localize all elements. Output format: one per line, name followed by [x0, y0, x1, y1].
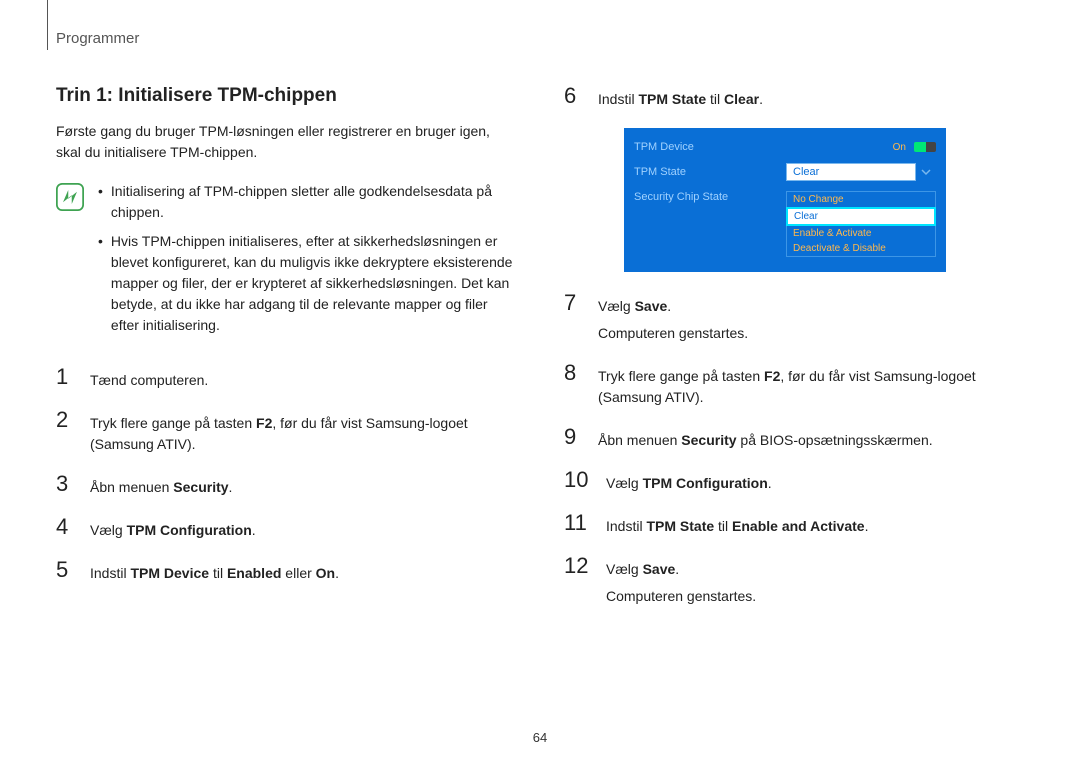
- step-11: 11 Indstil TPM State til Enable and Acti…: [564, 512, 1024, 537]
- bios-option: No Change: [787, 192, 935, 207]
- step-number: 5: [56, 559, 78, 581]
- note-text-2: Hvis TPM-chippen initialiseres, efter at…: [111, 231, 516, 336]
- step-number: 1: [56, 366, 78, 388]
- bios-row-security-chip: Security Chip State No Change Clear Enab…: [634, 186, 936, 262]
- step-12: 12 Vælg Save. Computeren genstartes.: [564, 555, 1024, 607]
- bios-label: TPM State: [634, 166, 686, 178]
- page-header: Programmer: [56, 30, 1024, 47]
- bios-dropdown-options: No Change Clear Enable & Activate Deacti…: [786, 191, 936, 257]
- right-column: 6 Indstil TPM State til Clear. TPM Devic…: [564, 85, 1024, 625]
- step-6: 6 Indstil TPM State til Clear.: [564, 85, 1024, 110]
- chevron-down-icon: [916, 163, 936, 181]
- left-column: Trin 1: Initialisere TPM-chippen Første …: [56, 85, 516, 625]
- step-number: 6: [564, 85, 586, 107]
- step-text: Tryk flere gange på tasten F2, før du få…: [90, 409, 516, 455]
- step-text: Vælg Save. Computeren genstartes.: [598, 292, 1024, 344]
- step-sub: Computeren genstartes.: [598, 323, 1024, 344]
- page-number: 64: [0, 730, 1080, 745]
- step-3: 3 Åbn menuen Security.: [56, 473, 516, 498]
- step-9: 9 Åbn menuen Security på BIOS-opsætnings…: [564, 426, 1024, 451]
- step-text: Åbn menuen Security på BIOS-opsætningssk…: [598, 426, 1024, 451]
- step-4: 4 Vælg TPM Configuration.: [56, 516, 516, 541]
- step-10: 10 Vælg TPM Configuration.: [564, 469, 1024, 494]
- section-title: Trin 1: Initialisere TPM-chippen: [56, 85, 516, 107]
- bios-label: Security Chip State: [634, 191, 728, 203]
- bios-value-on: On: [893, 142, 906, 153]
- note-icon: [56, 183, 84, 211]
- step-sub: Computeren genstartes.: [606, 586, 1024, 607]
- step-number: 11: [564, 512, 594, 534]
- step-number: 12: [564, 555, 594, 577]
- bios-label: TPM Device: [634, 141, 694, 153]
- note-text-1: Initialisering af TPM-chippen sletter al…: [111, 181, 516, 223]
- intro-paragraph: Første gang du bruger TPM-løsningen elle…: [56, 121, 516, 163]
- step-number: 3: [56, 473, 78, 495]
- note-box: • Initialisering af TPM-chippen sletter …: [56, 181, 516, 344]
- bullet-icon: •: [98, 181, 103, 223]
- step-text: Indstil TPM Device til Enabled eller On.: [90, 559, 516, 584]
- bios-row-tpm-device: TPM Device On: [634, 136, 936, 158]
- step-number: 9: [564, 426, 586, 448]
- bios-option-selected: Clear: [786, 207, 936, 226]
- bios-option: Enable & Activate: [787, 226, 935, 241]
- step-text: Indstil TPM State til Enable and Activat…: [606, 512, 1024, 537]
- step-number: 7: [564, 292, 586, 314]
- step-8: 8 Tryk flere gange på tasten F2, før du …: [564, 362, 1024, 408]
- step-7: 7 Vælg Save. Computeren genstartes.: [564, 292, 1024, 344]
- step-number: 2: [56, 409, 78, 431]
- note-item-1: • Initialisering af TPM-chippen sletter …: [98, 181, 516, 223]
- bios-screenshot: TPM Device On TPM State Clear: [624, 128, 946, 272]
- step-5: 5 Indstil TPM Device til Enabled eller O…: [56, 559, 516, 584]
- step-number: 10: [564, 469, 594, 491]
- step-text: Vælg TPM Configuration.: [90, 516, 516, 541]
- bullet-icon: •: [98, 231, 103, 336]
- bios-row-tpm-state: TPM State Clear: [634, 158, 936, 186]
- step-text: Vælg Save. Computeren genstartes.: [606, 555, 1024, 607]
- step-1: 1 Tænd computeren.: [56, 366, 516, 391]
- note-item-2: • Hvis TPM-chippen initialiseres, efter …: [98, 231, 516, 336]
- step-text: Tryk flere gange på tasten F2, før du få…: [598, 362, 1024, 408]
- step-text: Vælg TPM Configuration.: [606, 469, 1024, 494]
- toggle-icon: [914, 142, 936, 152]
- step-number: 8: [564, 362, 586, 384]
- step-number: 4: [56, 516, 78, 538]
- step-text: Åbn menuen Security.: [90, 473, 516, 498]
- bios-select-value: Clear: [786, 163, 916, 181]
- step-text: Tænd computeren.: [90, 366, 516, 391]
- header-divider: [47, 0, 48, 50]
- step-2: 2 Tryk flere gange på tasten F2, før du …: [56, 409, 516, 455]
- bios-option: Deactivate & Disable: [787, 241, 935, 256]
- step-text: Indstil TPM State til Clear.: [598, 85, 1024, 110]
